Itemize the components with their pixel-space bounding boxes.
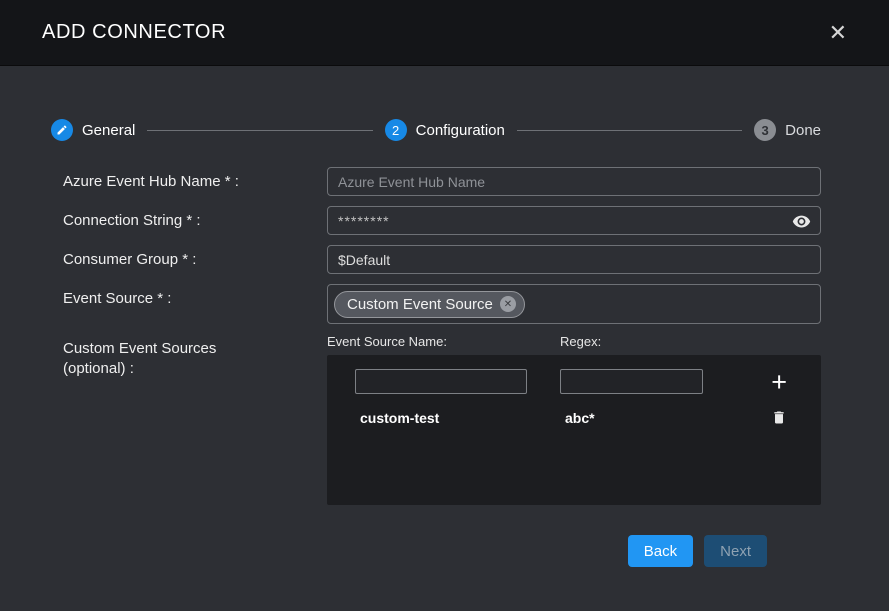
stepper-connector-line <box>517 130 742 131</box>
close-icon[interactable]: ✕ <box>825 20 851 46</box>
event-source-label: Event Source * : <box>63 284 327 324</box>
azure-event-hub-name-input[interactable] <box>327 167 821 196</box>
custom-source-name-value: custom-test <box>355 410 527 426</box>
dialog-footer: Back Next <box>63 515 821 567</box>
step-done: 3 Done <box>754 119 821 141</box>
step-3-indicator: 3 <box>754 119 776 141</box>
event-source-chip-label: Custom Event Source <box>347 296 493 313</box>
azure-event-hub-name-label: Azure Event Hub Name * : <box>63 167 327 196</box>
delete-row-trash-icon[interactable] <box>771 409 787 426</box>
connection-string-input[interactable] <box>327 206 821 235</box>
form-row-azure-event-hub-name: Azure Event Hub Name * : <box>63 167 821 196</box>
chip-remove-icon[interactable]: ✕ <box>500 296 516 312</box>
step-general[interactable]: General <box>51 119 135 141</box>
connection-string-label: Connection String * : <box>63 206 327 235</box>
stepper-connector-line <box>147 130 372 131</box>
form-row-event-source: Event Source * : Custom Event Source ✕ <box>63 284 821 324</box>
edit-pencil-icon[interactable] <box>51 119 73 141</box>
form-row-consumer-group: Consumer Group * : <box>63 245 821 274</box>
custom-sources-column-headers: Event Source Name: Regex: <box>327 334 821 349</box>
new-regex-input[interactable] <box>560 369 703 394</box>
form-row-connection-string: Connection String * : <box>63 206 821 235</box>
custom-source-row: custom-test abc* <box>355 409 821 426</box>
form-row-custom-event-sources: Custom Event Sources (optional) : Event … <box>63 334 821 505</box>
custom-source-new-row: + <box>355 369 821 394</box>
consumer-group-input[interactable] <box>327 245 821 274</box>
show-password-eye-icon[interactable] <box>791 211 811 231</box>
column-header-event-source-name: Event Source Name: <box>327 334 560 349</box>
add-row-plus-icon[interactable]: + <box>771 372 787 392</box>
dialog-header: ADD CONNECTOR ✕ <box>0 0 889 66</box>
step-configuration[interactable]: 2 Configuration <box>385 119 505 141</box>
stepper: General 2 Configuration 3 Done <box>51 119 821 141</box>
next-button[interactable]: Next <box>704 535 767 567</box>
column-header-regex: Regex: <box>560 334 601 349</box>
step-2-indicator[interactable]: 2 <box>385 119 407 141</box>
add-connector-dialog: ADD CONNECTOR ✕ General 2 Configuration … <box>0 0 889 611</box>
step-configuration-label: Configuration <box>416 122 505 139</box>
custom-source-regex-value: abc* <box>560 410 703 426</box>
step-done-label: Done <box>785 122 821 139</box>
dialog-title: ADD CONNECTOR <box>42 21 226 44</box>
back-button[interactable]: Back <box>628 535 693 567</box>
configuration-form: Azure Event Hub Name * : Connection Stri… <box>0 167 889 567</box>
custom-sources-panel: + custom-test abc* <box>327 355 821 505</box>
custom-event-sources-label: Custom Event Sources (optional) : <box>63 334 327 505</box>
event-source-chip: Custom Event Source ✕ <box>334 291 525 318</box>
step-general-label: General <box>82 122 135 139</box>
new-event-source-name-input[interactable] <box>355 369 527 394</box>
consumer-group-label: Consumer Group * : <box>63 245 327 274</box>
event-source-input[interactable]: Custom Event Source ✕ <box>327 284 821 324</box>
